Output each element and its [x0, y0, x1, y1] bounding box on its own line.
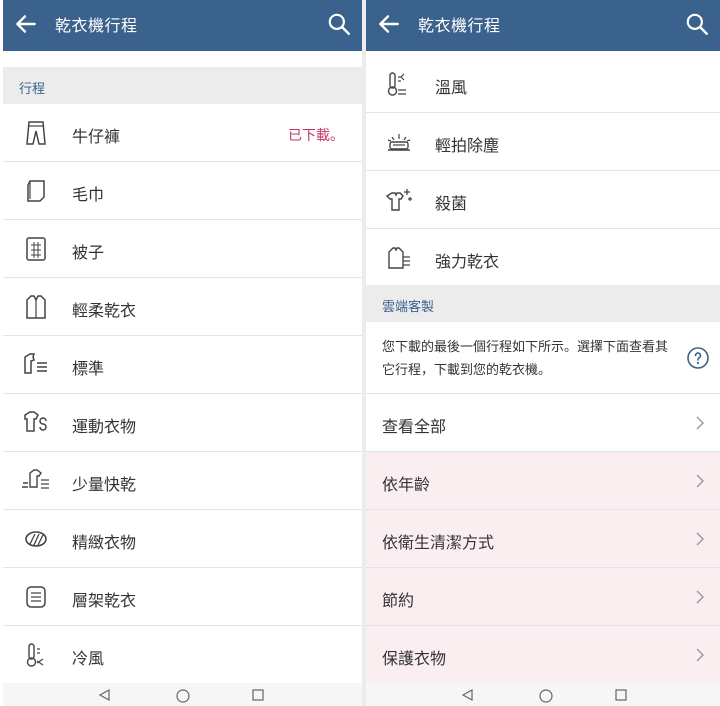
- delicates-icon: [25, 531, 47, 547]
- chevron-right-icon: [696, 648, 704, 662]
- view-all-label: 查看全部: [382, 417, 447, 436]
- app-bar: 乾衣機行程: [3, 0, 362, 51]
- section-header-cycles: 行程: [3, 67, 362, 104]
- section-header-cloud: 雲端客製: [366, 285, 720, 322]
- cycle-label: 輕柔乾衣: [72, 301, 137, 320]
- cycle-label: 冷風: [72, 649, 105, 668]
- search-icon[interactable]: [326, 11, 352, 37]
- cycle-row-rack-dry[interactable]: 層架乾衣: [3, 568, 362, 626]
- left-panel: 乾衣機行程 行程 牛仔褲 已下載。 毛巾 被子 輕柔乾衣 標準 運動衣物 少量快…: [3, 0, 362, 706]
- info-text: 您下載的最後一個行程如下所示。選擇下面查看其它行程，下載到您的乾衣機。: [382, 340, 669, 378]
- section-label: 雲端客製: [382, 300, 435, 315]
- chevron-right-icon: [696, 590, 704, 604]
- cycle-row-sanitize[interactable]: 殺菌: [366, 171, 720, 229]
- category-row-age[interactable]: 依年齡: [366, 452, 720, 510]
- page-title: 乾衣機行程: [55, 16, 138, 35]
- quick-dry-icon: [22, 469, 49, 489]
- cycle-label: 輕拍除塵: [435, 136, 500, 155]
- nav-home-icon[interactable]: [538, 688, 554, 704]
- cycle-row-quick-dry[interactable]: 少量快乾: [3, 452, 362, 510]
- cycle-label: 牛仔褲: [72, 127, 121, 146]
- nav-back-icon[interactable]: [460, 688, 474, 702]
- page-title: 乾衣機行程: [418, 16, 501, 35]
- jeans-icon: [26, 121, 46, 145]
- system-nav-bar: [366, 683, 720, 706]
- nav-recents-icon[interactable]: [251, 688, 265, 702]
- category-label: 依衛生清潔方式: [382, 533, 495, 552]
- cycle-row-standard[interactable]: 標準: [3, 336, 362, 394]
- cycle-row-towel[interactable]: 毛巾: [3, 162, 362, 220]
- search-icon[interactable]: [684, 11, 710, 37]
- category-label: 節約: [382, 591, 415, 610]
- app-bar: 乾衣機行程: [366, 0, 720, 51]
- warm-air-icon: [387, 72, 406, 96]
- category-row-saving[interactable]: 節約: [366, 568, 720, 626]
- category-label: 保護衣物: [382, 649, 447, 668]
- right-panel: 乾衣機行程 溫風 輕拍除塵 殺菌 強力乾衣 雲端客製 您下載的最後一個行程如下所…: [366, 0, 720, 706]
- cycle-label: 被子: [72, 243, 105, 262]
- cycle-row-delicates[interactable]: 精緻衣物: [3, 510, 362, 568]
- cycle-row-turbo-dry[interactable]: 強力乾衣: [366, 229, 720, 287]
- standard-icon: [24, 353, 47, 374]
- category-row-hygiene[interactable]: 依衛生清潔方式: [366, 510, 720, 568]
- cycle-row-sportswear[interactable]: 運動衣物: [3, 394, 362, 452]
- cycle-row-jeans[interactable]: 牛仔褲 已下載。: [3, 104, 362, 162]
- arrow-back-icon[interactable]: [13, 11, 39, 37]
- chevron-right-icon: [696, 416, 704, 430]
- help-icon[interactable]: [686, 346, 710, 370]
- rack-dry-icon: [26, 586, 46, 608]
- nav-recents-icon[interactable]: [614, 688, 628, 702]
- cloud-info: 您下載的最後一個行程如下所示。選擇下面查看其它行程，下載到您的乾衣機。: [366, 322, 720, 394]
- cycle-label: 強力乾衣: [435, 252, 500, 271]
- system-nav-bar: [3, 683, 362, 706]
- cycle-label: 少量快乾: [72, 475, 137, 494]
- quilt-icon: [26, 237, 46, 261]
- cycle-label: 運動衣物: [72, 417, 137, 436]
- sanitize-icon: [385, 189, 412, 211]
- view-all-row[interactable]: 查看全部: [366, 394, 720, 452]
- cycle-label: 標準: [72, 359, 105, 378]
- chevron-right-icon: [696, 532, 704, 546]
- category-row-fabric-care[interactable]: 保護衣物: [366, 626, 720, 684]
- shirt-icon: [26, 295, 46, 319]
- cycle-row-gentle[interactable]: 輕柔乾衣: [3, 278, 362, 336]
- section-label: 行程: [19, 82, 46, 97]
- arrow-back-icon[interactable]: [376, 11, 402, 37]
- category-label: 依年齡: [382, 475, 431, 494]
- cycle-row-quilt[interactable]: 被子: [3, 220, 362, 278]
- air-fluff-icon: [387, 134, 411, 151]
- cool-air-icon: [26, 643, 44, 667]
- downloaded-badge: 已下載。: [288, 128, 344, 144]
- chevron-right-icon: [696, 474, 704, 488]
- cycle-row-air-fluff[interactable]: 輕拍除塵: [366, 113, 720, 171]
- towel-icon: [27, 180, 45, 202]
- cycle-label: 層架乾衣: [72, 591, 137, 610]
- cycle-label: 溫風: [435, 78, 468, 97]
- cycle-label: 毛巾: [72, 185, 105, 204]
- cycle-row-warm-air[interactable]: 溫風: [366, 55, 720, 113]
- cycle-label: 精緻衣物: [72, 533, 137, 552]
- sportswear-icon: [24, 411, 47, 432]
- turbo-dry-icon: [388, 247, 410, 269]
- nav-home-icon[interactable]: [175, 688, 191, 704]
- nav-back-icon[interactable]: [97, 688, 111, 702]
- cycle-label: 殺菌: [435, 194, 468, 213]
- cycle-row-cool-air[interactable]: 冷風: [3, 626, 362, 684]
